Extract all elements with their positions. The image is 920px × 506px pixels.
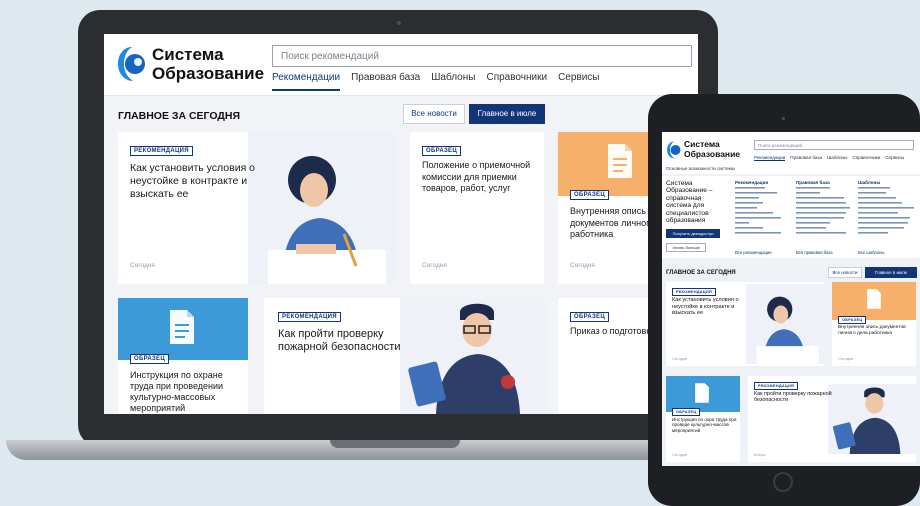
card-title: Положение о приемочной комиссии для прие… <box>422 160 531 193</box>
nav-recommendations[interactable]: Рекомендации <box>272 72 341 91</box>
section-title: ГЛАВНОЕ ЗА СЕГОДНЯ <box>666 270 736 276</box>
tablet-card-inventory[interactable]: ОБРАЗЕЦ Внутренняя опись документов личн… <box>832 282 916 366</box>
card-badge: ОБРАЗЕЦ <box>130 354 170 364</box>
search-input[interactable]: Поиск рекомендаций <box>272 45 692 67</box>
card-date: Вчера <box>754 452 766 457</box>
document-icon <box>695 383 709 403</box>
woman-writing-illustration <box>746 283 824 365</box>
tablet-card-fire[interactable]: РЕКОМЕНДАЦИЯ Как пройти проверку пожарно… <box>748 376 916 462</box>
nav-legal-base[interactable]: Правовая база <box>790 155 822 161</box>
document-icon <box>867 289 881 309</box>
card-recommendation-fire[interactable]: РЕКОМЕНДАЦИЯ Как пройти проверку пожарно… <box>264 298 546 414</box>
nav-recommendations[interactable]: Рекомендации <box>754 155 786 161</box>
all-templates-link[interactable]: Все шаблоны <box>858 250 884 255</box>
all-news-button[interactable]: Все новости <box>828 267 862 278</box>
document-icon <box>170 310 194 344</box>
card-date: Сегодня <box>130 262 155 269</box>
logo-line-2: Образование <box>684 149 741 159</box>
search-input[interactable]: Поиск рекомендаций <box>754 140 914 150</box>
site-header: Система Образование Поиск рекомендаций Р… <box>104 34 698 96</box>
card-badge: РЕКОМЕНДАЦИЯ <box>278 312 341 322</box>
card-cover <box>666 376 740 412</box>
card-badge: ОБРАЗЕЦ <box>570 190 610 200</box>
card-badge: РЕКОМЕНДАЦИЯ <box>130 146 193 156</box>
tablet-card-penalty[interactable]: РЕКОМЕНДАЦИЯ Как установить условия о не… <box>666 282 824 366</box>
nav-legal-base[interactable]: Правовая база <box>351 72 420 91</box>
card-date: Сегодня <box>672 356 688 361</box>
tablet-screen: Система Образование Поиск рекомендаций Р… <box>662 132 920 466</box>
inspector-illustration <box>400 298 546 414</box>
card-badge: ОБРАЗЕЦ <box>838 316 867 324</box>
nav-templates[interactable]: Шаблоны <box>431 72 475 91</box>
laptop-notch <box>330 440 460 448</box>
document-icon <box>608 144 632 178</box>
nav-references[interactable]: Справочники <box>486 72 547 91</box>
subnav[interactable]: Основные возможности системы <box>666 166 735 171</box>
logo-icon[interactable] <box>666 140 682 160</box>
card-title: Инструкция по охра труда при проведе кул… <box>672 417 737 433</box>
laptop-camera <box>397 21 401 25</box>
menu-links-placeholder <box>735 187 914 234</box>
card-title: Инструкция по охране труда при проведени… <box>130 370 224 413</box>
card-date: Сегодня <box>672 452 688 457</box>
logo-icon[interactable] <box>116 45 148 83</box>
woman-writing-illustration <box>248 132 396 284</box>
tablet-card-safety[interactable]: ОБРАЗЕЦ Инструкция по охра труда при про… <box>666 376 740 462</box>
card-date: Сегодня <box>570 262 595 269</box>
card-template-acceptance[interactable]: ОБРАЗЕЦ Положение о приемочной комиссии … <box>410 132 544 284</box>
main-nav: Рекомендации Правовая база Шаблоны Справ… <box>754 155 904 161</box>
nav-services[interactable]: Сервисы <box>558 72 599 91</box>
card-cover <box>118 298 248 360</box>
card-title: Как пройти проверку пожарной безопасност… <box>278 328 401 353</box>
learn-more-button[interactable]: Узнать больше <box>666 243 706 252</box>
nav-templates[interactable]: Шаблоны <box>827 155 847 161</box>
card-title: Как установить условия о неустойке в кон… <box>130 162 256 200</box>
card-badge: РЕКОМЕНДАЦИЯ <box>672 288 717 296</box>
all-legal-link[interactable]: Вся правовая база <box>796 250 833 255</box>
logo-line-1: Система <box>152 45 224 64</box>
inspector-illustration <box>828 384 916 454</box>
col-recommendations-title[interactable]: Рекомендации <box>735 180 768 185</box>
logo-line-2: Образование <box>152 64 265 83</box>
main-nav: Рекомендации Правовая база Шаблоны Справ… <box>272 72 600 91</box>
hero-title: Система Образование – справочная система… <box>666 180 713 225</box>
all-news-button[interactable]: Все новости <box>403 104 465 124</box>
logo-text[interactable]: Система Образование <box>152 45 264 83</box>
all-recommendations-link[interactable]: Все рекомендации <box>735 250 772 255</box>
card-badge: РЕКОМЕНДАЦИЯ <box>754 382 799 390</box>
card-title: Как установить условия о неустойке в кон… <box>672 297 739 317</box>
card-recommendation-penalty[interactable]: РЕКОМЕНДАЦИЯ Как установить условия о не… <box>118 132 396 284</box>
nav-services[interactable]: Сервисы <box>885 155 904 161</box>
card-badge: ОБРАЗЕЦ <box>422 146 462 156</box>
col-legal-title[interactable]: Правовая база <box>796 180 830 185</box>
laptop-screen: Система Образование Поиск рекомендаций Р… <box>104 34 698 414</box>
card-date: Сегодня <box>838 356 854 361</box>
logo-line-1: Система <box>684 139 720 149</box>
card-title: Как пройти проверку пожарной безопасност… <box>754 391 832 404</box>
main-in-july-button[interactable]: Главное в июле <box>865 267 917 278</box>
logo-text[interactable]: Система Образование <box>684 139 740 159</box>
card-title: Внутренняя опись документов личного дела… <box>838 325 906 336</box>
card-badge: ОБРАЗЕЦ <box>570 312 610 322</box>
tablet-camera <box>782 117 785 120</box>
card-date: Сегодня <box>422 262 447 269</box>
card-cover <box>832 282 916 320</box>
nav-references[interactable]: Справочники <box>852 155 880 161</box>
card-badge: ОБРАЗЕЦ <box>672 408 701 416</box>
card-template-safety[interactable]: ОБРАЗЕЦ Инструкция по охране труда при п… <box>118 298 248 414</box>
main-in-july-button[interactable]: Главное в июле <box>469 104 545 124</box>
demo-access-button[interactable]: Получить демодоступ <box>666 229 720 238</box>
col-templates-title[interactable]: Шаблоны <box>858 180 880 185</box>
tablet-home-button[interactable] <box>773 472 793 492</box>
section-title: ГЛАВНОЕ ЗА СЕГОДНЯ <box>118 110 241 122</box>
